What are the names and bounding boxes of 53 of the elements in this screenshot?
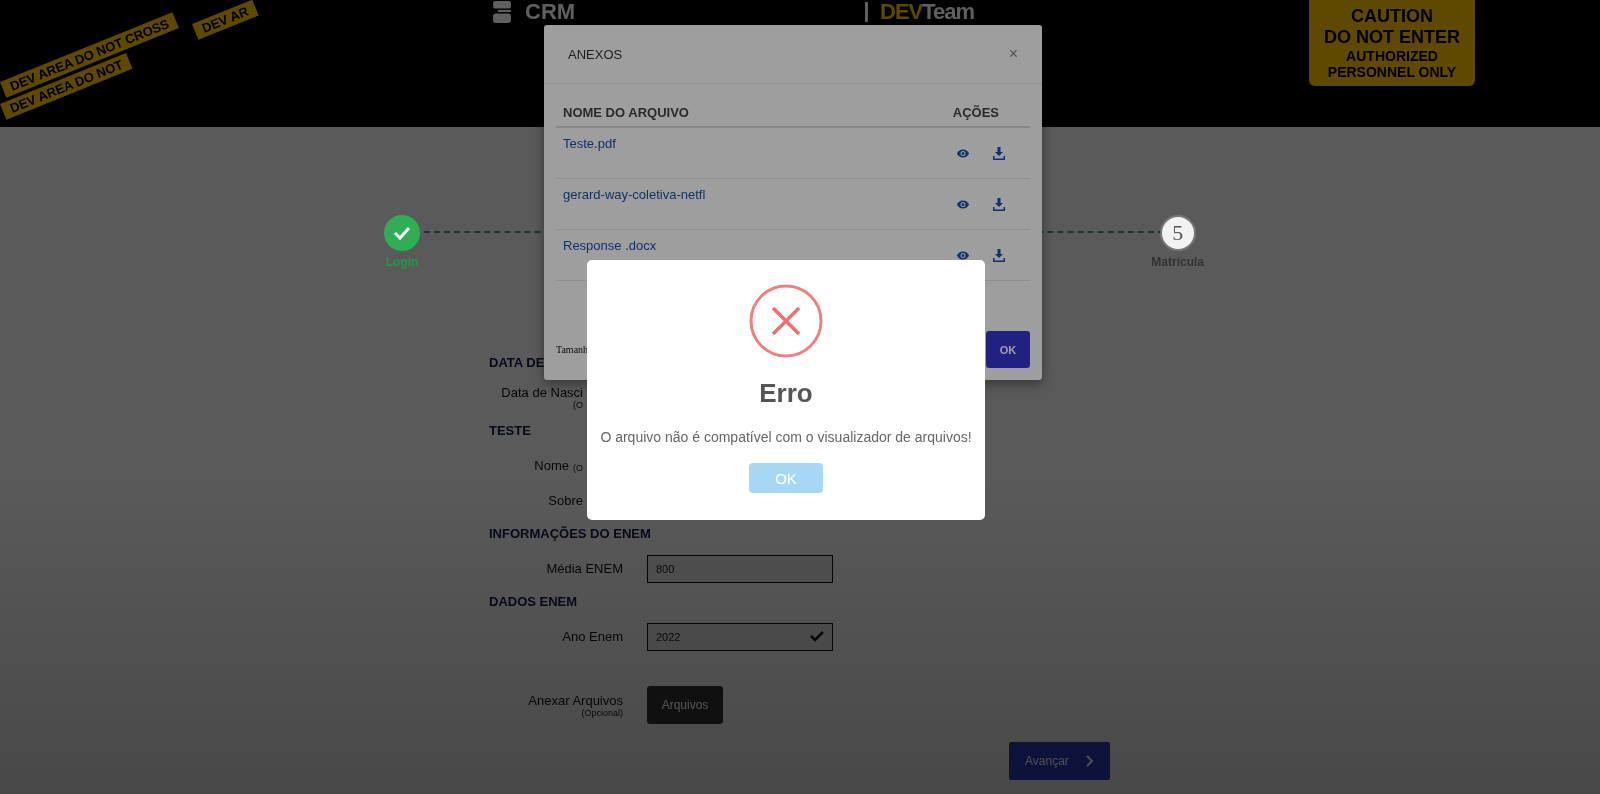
field-label: Sobre <box>548 493 583 508</box>
field-label: Nome <box>534 458 569 473</box>
field-hint: (O <box>573 400 583 410</box>
check-icon <box>393 226 411 240</box>
input-field[interactable]: 2022 <box>647 622 833 651</box>
view-button[interactable] <box>957 148 969 158</box>
download-button[interactable] <box>993 248 1005 262</box>
step-number: 5 <box>1172 220 1184 246</box>
close-button[interactable]: × <box>1008 45 1018 63</box>
logo-icon <box>493 1 511 23</box>
download-icon <box>993 248 1005 262</box>
field-label: Data de Nasci <box>501 385 583 400</box>
field-hint: (O <box>573 463 583 473</box>
download-button[interactable] <box>993 197 1005 211</box>
field-label: Anexar Arquivos <box>528 692 623 708</box>
dialog-message: O arquivo não é compatível com o visualizador de arquivos! <box>600 429 972 445</box>
step-label: Login <box>385 255 419 269</box>
eye-icon <box>957 250 969 260</box>
download-icon <box>993 197 1005 211</box>
file-link[interactable]: Teste.pdf <box>563 136 616 178</box>
eye-icon <box>957 148 969 158</box>
view-button[interactable] <box>957 250 969 260</box>
section-title: TESTE <box>489 422 531 440</box>
ok-button[interactable]: OK <box>986 331 1030 368</box>
field-hint: (Opcional) <box>581 707 623 718</box>
download-button[interactable] <box>993 146 1005 160</box>
download-icon <box>993 146 1005 160</box>
sign-text: DO NOT ENTER <box>1324 27 1460 48</box>
column-header: AÇÕES <box>952 104 999 120</box>
logo-text: CRM <box>525 1 576 23</box>
view-button[interactable] <box>957 199 969 209</box>
section-title: INFORMAÇÕES DO ENEM <box>489 525 651 543</box>
sign-text: PERSONNEL ONLY <box>1327 64 1457 80</box>
section-title: DADOS ENEM <box>489 593 578 611</box>
eye-icon <box>957 199 969 209</box>
file-link[interactable]: gerard-way-coletiva-netfl <box>563 187 706 229</box>
check-icon <box>810 631 824 642</box>
sign-text: CAUTION <box>1351 6 1433 27</box>
field-label: Ano Enem <box>562 629 623 644</box>
ok-button[interactable]: OK <box>749 463 823 493</box>
dialog-title: Erro <box>759 378 813 409</box>
field-label: Média ENEM <box>546 561 623 576</box>
brand-logo: DEVTeam <box>880 1 975 23</box>
error-icon <box>749 284 823 358</box>
next-button[interactable]: Avançar <box>1009 742 1110 780</box>
section-title: DATA DE <box>489 354 545 372</box>
sign-text: AUTHORIZED <box>1346 48 1438 64</box>
size-note: Tamanh <box>556 344 589 355</box>
modal-title: ANEXOS <box>568 46 623 62</box>
input-field[interactable]: 800 <box>647 554 833 583</box>
column-header: NOME DO ARQUIVO <box>563 104 689 120</box>
chevron-icon <box>1086 755 1094 767</box>
files-button[interactable]: Arquivos <box>647 686 723 724</box>
